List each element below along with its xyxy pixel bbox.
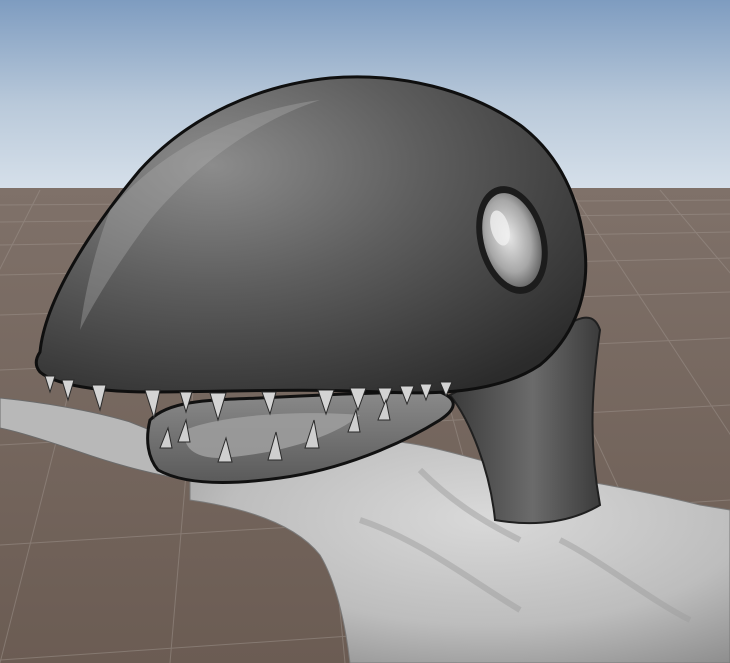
scene-render[interactable]: [0, 0, 730, 663]
scene-viewport[interactable]: [0, 0, 730, 663]
